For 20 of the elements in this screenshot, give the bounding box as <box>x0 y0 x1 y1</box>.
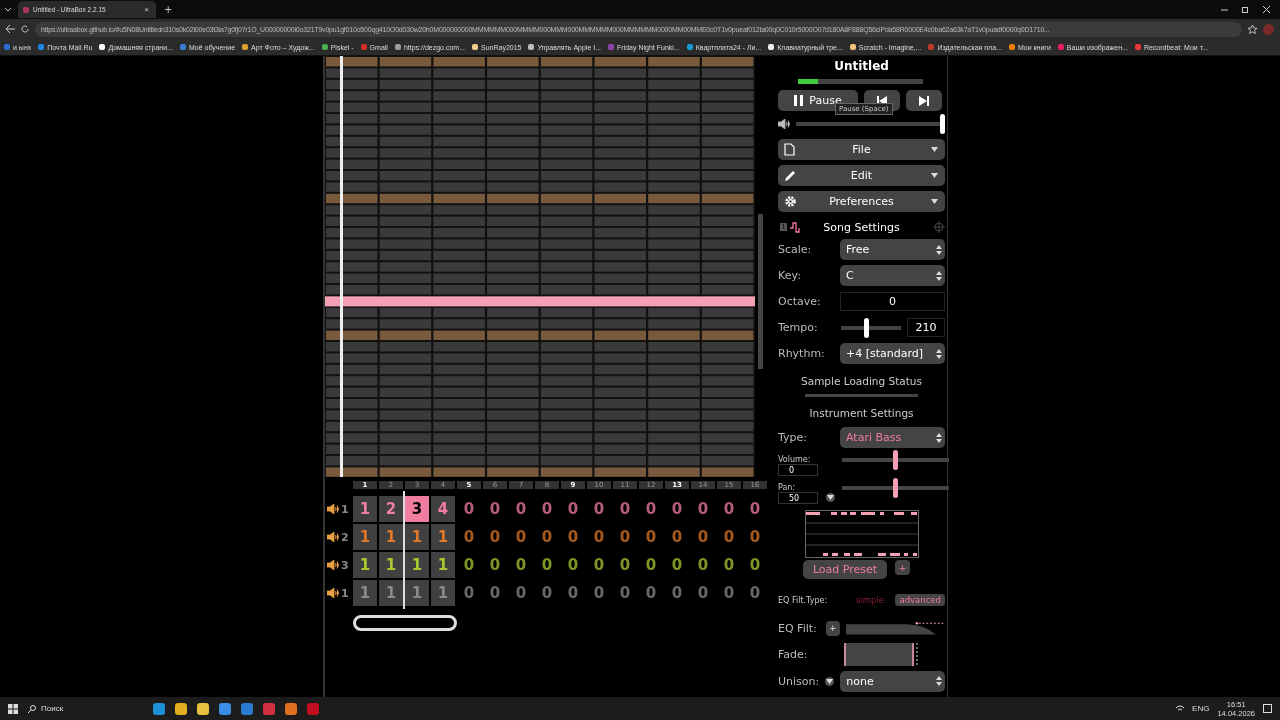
song-title: Untitled <box>833 59 890 73</box>
field-label: EQ Filt.Type: <box>778 595 829 605</box>
field-label: Octave: <box>778 295 821 308</box>
field-label: Pan: <box>778 483 797 492</box>
section-title: Instrument Settings <box>809 407 914 419</box>
field-label: Scale: <box>778 243 812 256</box>
field-label: Rhythm: <box>778 347 825 360</box>
field-label: Tempo: <box>778 321 818 334</box>
field-label: Type: <box>778 431 807 444</box>
section-title: Song Settings <box>823 220 900 234</box>
channel-number: 3 <box>341 558 349 572</box>
channel-number: 1 <box>341 586 349 600</box>
section-title: Sample Loading Status <box>801 375 922 387</box>
field-label: Key: <box>778 269 801 282</box>
field-label: Unison: <box>778 674 820 688</box>
field-label: Volume: <box>778 455 812 464</box>
channel-number: 2 <box>341 530 349 544</box>
channel-number: 1 <box>341 502 349 516</box>
field-label: EQ Filt: <box>778 621 818 635</box>
field-label: Fade: <box>778 647 809 661</box>
